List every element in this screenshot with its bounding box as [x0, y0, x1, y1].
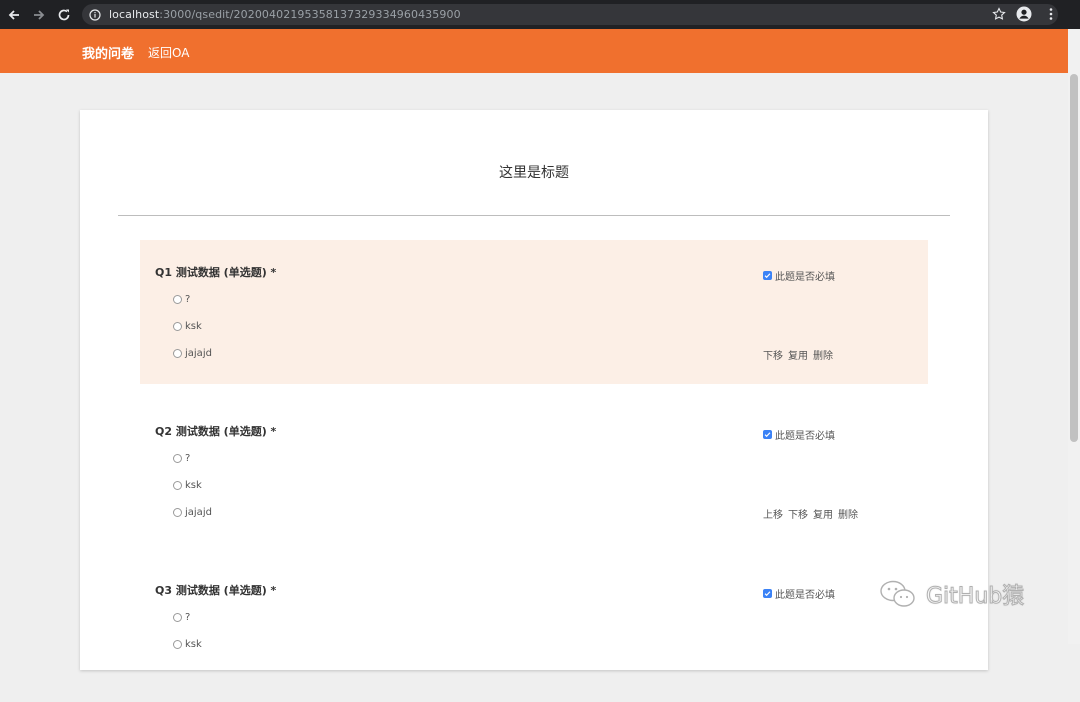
delete-button[interactable]: 删除: [813, 347, 833, 362]
option[interactable]: jajajd: [173, 348, 212, 359]
question-actions: 下移 复用 删除: [763, 347, 838, 362]
option-label: ?: [185, 453, 191, 464]
scrollbar-thumb[interactable]: [1070, 74, 1078, 442]
question-title: Q2 测试数据 (单选题) *: [155, 425, 277, 438]
radio-button[interactable]: [173, 349, 182, 358]
option[interactable]: jajajd: [173, 507, 212, 518]
wechat-logo-icon: [880, 580, 915, 607]
delete-button[interactable]: 删除: [838, 506, 858, 521]
radio-button[interactable]: [173, 481, 182, 490]
option-label: ?: [185, 294, 191, 305]
watermark-text: GitHub猿: [925, 584, 1025, 610]
question-2[interactable]: Q2 测试数据 (单选题) * ? ksk jajajd 此题是否必填 上移 下…: [140, 399, 928, 543]
survey-title[interactable]: 这里是标题: [80, 162, 988, 182]
radio-button[interactable]: [173, 640, 182, 649]
reload-icon[interactable]: [53, 4, 75, 26]
option[interactable]: ksk: [173, 480, 202, 491]
question-3[interactable]: Q3 测试数据 (单选题) * ? ksk 此题是否必填: [140, 558, 928, 702]
bookmark-star-icon[interactable]: [992, 7, 1006, 21]
option[interactable]: ?: [173, 453, 190, 464]
option-label: ksk: [185, 480, 202, 491]
reuse-button[interactable]: 复用: [788, 347, 808, 362]
radio-button[interactable]: [173, 322, 182, 331]
option-label: ?: [185, 612, 191, 623]
url-text[interactable]: localhost:3000/qsedit/202004021953581373…: [109, 8, 461, 21]
move-down-button[interactable]: 下移: [763, 347, 783, 362]
required-label: 此题是否必填: [775, 431, 835, 442]
info-icon[interactable]: [89, 8, 101, 21]
back-arrow-icon[interactable]: [3, 4, 25, 26]
radio-button[interactable]: [173, 454, 182, 463]
required-toggle[interactable]: 此题是否必填: [763, 427, 835, 442]
option-label: jajajd: [185, 507, 212, 518]
question-title: Q1 测试数据 (单选题) *: [155, 266, 277, 279]
required-checkbox[interactable]: [763, 430, 772, 439]
survey-card: 这里是标题 Q1 测试数据 (单选题) * ? ksk jajajd 此题是否必…: [80, 110, 988, 670]
option[interactable]: ksk: [173, 321, 202, 332]
move-up-button[interactable]: 上移: [763, 506, 783, 521]
back-to-oa-link[interactable]: 返回OA: [148, 44, 189, 61]
required-toggle[interactable]: 此题是否必填: [763, 268, 835, 283]
required-label: 此题是否必填: [775, 590, 835, 601]
option[interactable]: ?: [173, 612, 190, 623]
watermark: GitHub猿: [878, 578, 1025, 610]
more-menu-icon[interactable]: [1046, 7, 1056, 21]
address-bar[interactable]: localhost:3000/qsedit/202004021953581373…: [82, 4, 1058, 25]
option-label: jajajd: [185, 348, 212, 359]
brand-title[interactable]: 我的问卷: [82, 43, 134, 62]
move-down-button[interactable]: 下移: [788, 506, 808, 521]
question-actions: 上移 下移 复用 删除: [763, 506, 863, 521]
option[interactable]: ksk: [173, 639, 202, 650]
required-checkbox[interactable]: [763, 271, 772, 280]
required-checkbox[interactable]: [763, 589, 772, 598]
forward-arrow-icon[interactable]: [28, 4, 50, 26]
required-toggle[interactable]: 此题是否必填: [763, 586, 835, 601]
reuse-button[interactable]: 复用: [813, 506, 833, 521]
radio-button[interactable]: [173, 295, 182, 304]
option[interactable]: ?: [173, 294, 190, 305]
question-1[interactable]: Q1 测试数据 (单选题) * ? ksk jajajd 此题是否必填 下移 复…: [140, 240, 928, 384]
option-label: ksk: [185, 321, 202, 332]
account-icon[interactable]: [1016, 6, 1032, 22]
radio-button[interactable]: [173, 508, 182, 517]
option-label: ksk: [185, 639, 202, 650]
app-header: 我的问卷 返回OA: [0, 29, 1068, 73]
required-label: 此题是否必填: [775, 272, 835, 283]
question-title: Q3 测试数据 (单选题) *: [155, 584, 277, 597]
browser-toolbar: localhost:3000/qsedit/202004021953581373…: [0, 0, 1080, 29]
radio-button[interactable]: [173, 613, 182, 622]
title-divider: [118, 215, 950, 216]
